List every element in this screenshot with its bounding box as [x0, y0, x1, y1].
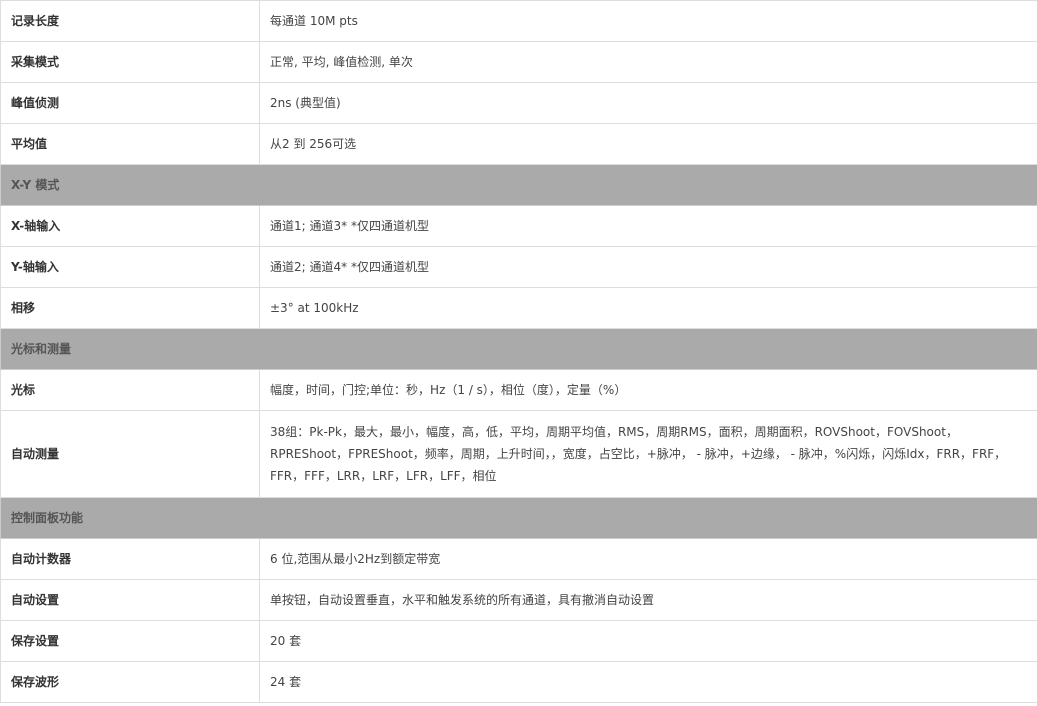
- table-row: 保存设置 20 套: [0, 620, 1037, 662]
- spec-value: 单按钮，自动设置垂直，水平和触发系统的所有通道，具有撤消自动设置: [259, 579, 1037, 621]
- table-row: X-轴输入 通道1; 通道3* *仅四通道机型: [0, 205, 1037, 247]
- spec-label: 保存波形: [0, 661, 260, 703]
- spec-label: 保存设置: [0, 620, 260, 662]
- spec-value: 2ns (典型值): [259, 82, 1037, 124]
- spec-label: 采集模式: [0, 41, 260, 83]
- section-header-row: 光标和测量: [0, 328, 1037, 370]
- spec-value: 38组：Pk-Pk，最大，最小，幅度，高，低，平均，周期平均值，RMS，周期RM…: [259, 410, 1037, 498]
- section-title: 控制面板功能: [0, 497, 1037, 539]
- section-title: X-Y 模式: [0, 164, 1037, 206]
- table-row: 平均值 从2 到 256可选: [0, 123, 1037, 165]
- spec-value: 从2 到 256可选: [259, 123, 1037, 165]
- spec-value: 24 套: [259, 661, 1037, 703]
- section-header-row: 控制面板功能: [0, 497, 1037, 539]
- spec-label: 自动计数器: [0, 538, 260, 580]
- table-row: 自动设置 单按钮，自动设置垂直，水平和触发系统的所有通道，具有撤消自动设置: [0, 579, 1037, 621]
- section-title: 光标和测量: [0, 328, 1037, 370]
- spec-label: Y-轴输入: [0, 246, 260, 288]
- table-row: 自动测量 38组：Pk-Pk，最大，最小，幅度，高，低，平均，周期平均值，RMS…: [0, 410, 1037, 498]
- table-row: 自动计数器 6 位,范围从最小2Hz到额定带宽: [0, 538, 1037, 580]
- spec-label: 峰值侦测: [0, 82, 260, 124]
- spec-label: X-轴输入: [0, 205, 260, 247]
- spec-label: 光标: [0, 369, 260, 411]
- spec-value: 正常, 平均, 峰值检测, 单次: [259, 41, 1037, 83]
- spec-value: 每通道 10M pts: [259, 0, 1037, 42]
- spec-table: 记录长度 每通道 10M pts 采集模式 正常, 平均, 峰值检测, 单次 峰…: [0, 0, 1037, 703]
- section-header-row: X-Y 模式: [0, 164, 1037, 206]
- spec-label: 记录长度: [0, 0, 260, 42]
- spec-label: 相移: [0, 287, 260, 329]
- table-row: 峰值侦测 2ns (典型值): [0, 82, 1037, 124]
- spec-value: 通道1; 通道3* *仅四通道机型: [259, 205, 1037, 247]
- spec-value: 通道2; 通道4* *仅四通道机型: [259, 246, 1037, 288]
- table-row: 记录长度 每通道 10M pts: [0, 0, 1037, 42]
- spec-value: 幅度，时间，门控;单位：秒，Hz（1 / s），相位（度），定量（%）: [259, 369, 1037, 411]
- table-row: 保存波形 24 套: [0, 661, 1037, 703]
- table-row: 采集模式 正常, 平均, 峰值检测, 单次: [0, 41, 1037, 83]
- spec-value: 20 套: [259, 620, 1037, 662]
- spec-label: 自动设置: [0, 579, 260, 621]
- spec-label: 平均值: [0, 123, 260, 165]
- spec-label: 自动测量: [0, 410, 260, 498]
- table-row: 相移 ±3° at 100kHz: [0, 287, 1037, 329]
- table-row: 光标 幅度，时间，门控;单位：秒，Hz（1 / s），相位（度），定量（%）: [0, 369, 1037, 411]
- spec-value: 6 位,范围从最小2Hz到额定带宽: [259, 538, 1037, 580]
- table-row: Y-轴输入 通道2; 通道4* *仅四通道机型: [0, 246, 1037, 288]
- spec-value: ±3° at 100kHz: [259, 287, 1037, 329]
